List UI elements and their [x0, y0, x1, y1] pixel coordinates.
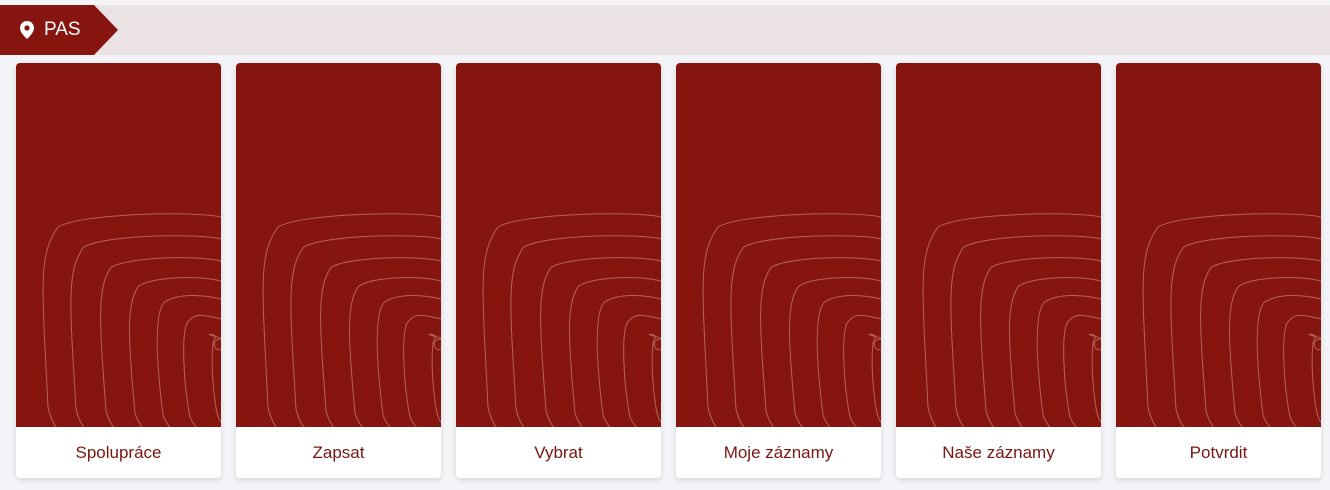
contour-line [653, 338, 661, 351]
contour-line [42, 213, 221, 427]
contour-line [873, 338, 881, 351]
contour-line [1200, 257, 1321, 427]
topography-pattern-image [16, 63, 221, 427]
topography-pattern-image [1116, 63, 1321, 427]
topography-pattern-image [896, 63, 1101, 427]
contour-line [760, 257, 881, 427]
contour-line [1008, 277, 1101, 427]
topography-pattern-image [236, 63, 441, 427]
card-zapsat[interactable]: Zapsat [236, 63, 441, 478]
contour-line [702, 213, 881, 427]
contour-line [950, 235, 1101, 427]
contour-line [262, 213, 441, 427]
contour-line [100, 257, 221, 427]
contour-line [1036, 294, 1101, 427]
card-nase-zaznamy[interactable]: Naše záznamy [896, 63, 1101, 478]
contour-line [1063, 314, 1101, 427]
card-vybrat[interactable]: Vybrat [456, 63, 661, 478]
top-bar [0, 5, 1330, 55]
page: PAS Spolupráce Zapsat Vybrat Moje záznam… [0, 0, 1330, 490]
contour-line [843, 314, 881, 427]
card-label: Naše záznamy [942, 442, 1055, 462]
contour-line [1256, 294, 1321, 427]
breadcrumb-arrow [94, 5, 118, 55]
contour-line [788, 277, 881, 427]
contour-line [320, 257, 441, 427]
card-label: Vybrat [534, 442, 583, 462]
card-potvrdit[interactable]: Potvrdit [1116, 63, 1321, 478]
contour-line [482, 213, 661, 427]
contour-line [816, 294, 881, 427]
card-label: Moje záznamy [723, 442, 834, 462]
contour-line [1093, 338, 1101, 351]
contour-line [568, 277, 661, 427]
contour-line [980, 257, 1101, 427]
contour-line [376, 294, 441, 427]
contour-line [623, 314, 661, 427]
topography-pattern-image [676, 63, 881, 427]
contour-line [510, 235, 661, 427]
contour-line [403, 314, 441, 427]
card-spoluprace[interactable]: Spolupráce [16, 63, 221, 478]
contour-line [290, 235, 441, 427]
card-label: Zapsat [312, 442, 365, 462]
contour-line [730, 235, 881, 427]
contour-line [128, 277, 221, 427]
breadcrumb-label: PAS [44, 19, 81, 40]
contour-line [156, 294, 221, 427]
contour-line [1142, 213, 1321, 427]
contour-line [433, 338, 441, 351]
breadcrumb[interactable]: PAS [0, 5, 118, 55]
breadcrumb-item[interactable]: PAS [0, 5, 94, 55]
contour-line [540, 257, 661, 427]
contour-line [1313, 338, 1321, 351]
contour-line [1283, 314, 1321, 427]
contour-line [596, 294, 661, 427]
topography-pattern-image [456, 63, 661, 427]
card-label: Spolupráce [75, 442, 162, 462]
contour-line [213, 338, 221, 351]
contour-line [70, 235, 221, 427]
map-pin-icon [20, 21, 34, 39]
card-grid: Spolupráce Zapsat Vybrat Moje záznamy Na… [16, 63, 1321, 478]
contour-line [348, 277, 441, 427]
card-moje-zaznamy[interactable]: Moje záznamy [676, 63, 881, 478]
card-label: Potvrdit [1189, 442, 1248, 462]
contour-line [922, 213, 1101, 427]
contour-line [1228, 277, 1321, 427]
contour-line [1170, 235, 1321, 427]
contour-line [183, 314, 221, 427]
